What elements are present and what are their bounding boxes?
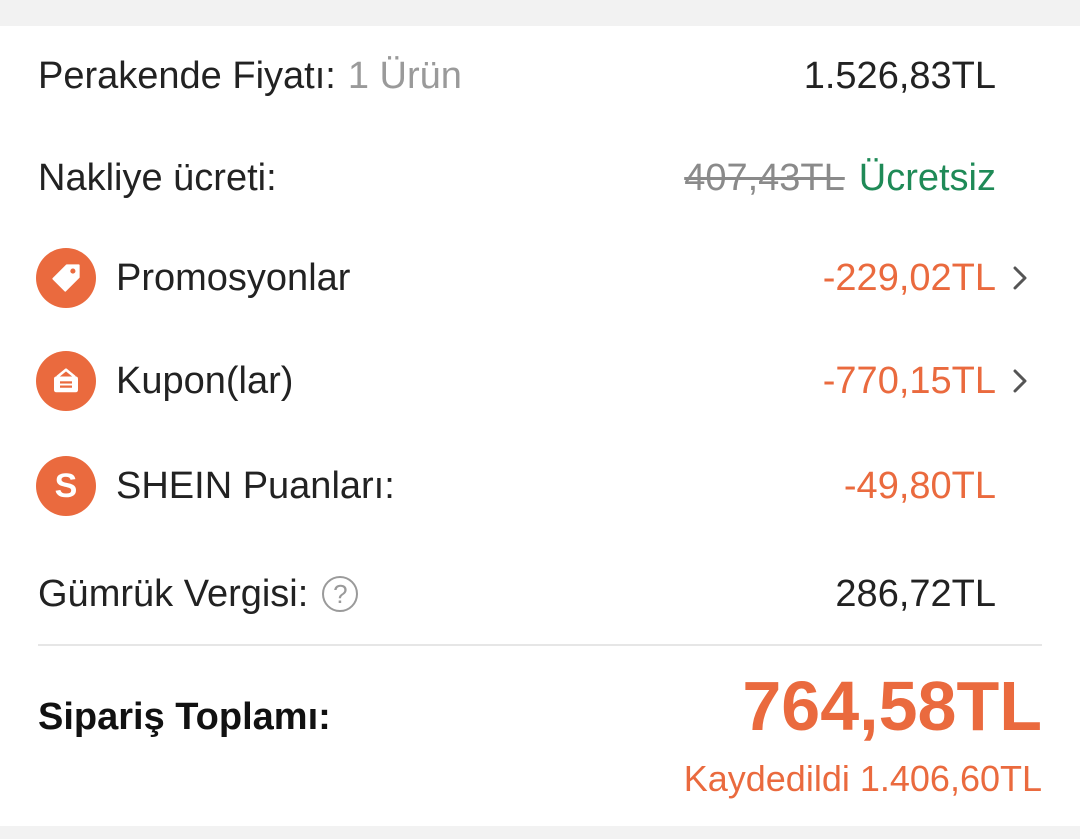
points-row: S SHEIN Puanları: -49,80TL: [0, 451, 1080, 521]
item-count: 1 Ürün: [347, 54, 462, 97]
promotions-value: -229,02TL: [822, 256, 996, 299]
points-label: SHEIN Puanları:: [116, 464, 395, 507]
customs-value: 286,72TL: [835, 572, 996, 615]
points-icon: S: [36, 456, 96, 516]
points-value: -49,80TL: [843, 464, 996, 507]
retail-price-label: Perakende Fiyatı:: [38, 54, 336, 97]
customs-row: Gümrük Vergisi: ? 286,72TL: [0, 559, 1080, 629]
customs-label: Gümrük Vergisi:: [38, 572, 309, 615]
help-icon[interactable]: ?: [322, 576, 359, 612]
shipping-free-label: Ücretsiz: [858, 156, 996, 199]
promotions-row[interactable]: Promosyonlar -229,02TL: [0, 243, 1080, 313]
shipping-label: Nakliye ücreti:: [38, 156, 277, 199]
shipping-row: Nakliye ücreti: 407,43TL Ücretsiz: [0, 143, 1080, 213]
coupons-row[interactable]: Kupon(lar) -770,15TL: [0, 346, 1080, 416]
order-total-value: 764,58TL: [742, 667, 1042, 745]
chevron-right-icon[interactable]: [1008, 346, 1032, 416]
coupons-value: -770,15TL: [822, 359, 996, 402]
points-icon-letter: S: [54, 466, 78, 505]
divider: [38, 644, 1042, 646]
order-total-label: Sipariş Toplamı:: [38, 695, 331, 738]
retail-price-row: Perakende Fiyatı: 1 Ürün 1.526,83TL: [0, 41, 1080, 111]
savings-text: Kaydedildi 1.406,60TL: [683, 758, 1042, 799]
promotions-label: Promosyonlar: [116, 256, 351, 299]
coupons-label: Kupon(lar): [116, 359, 294, 402]
coupon-icon: [36, 351, 96, 411]
shipping-original-price: 407,43TL: [684, 156, 845, 199]
retail-price-value: 1.526,83TL: [803, 54, 996, 97]
tag-icon: [36, 248, 96, 308]
order-summary-card: Perakende Fiyatı: 1 Ürün 1.526,83TL Nakl…: [0, 26, 1080, 826]
chevron-right-icon[interactable]: [1008, 243, 1032, 313]
